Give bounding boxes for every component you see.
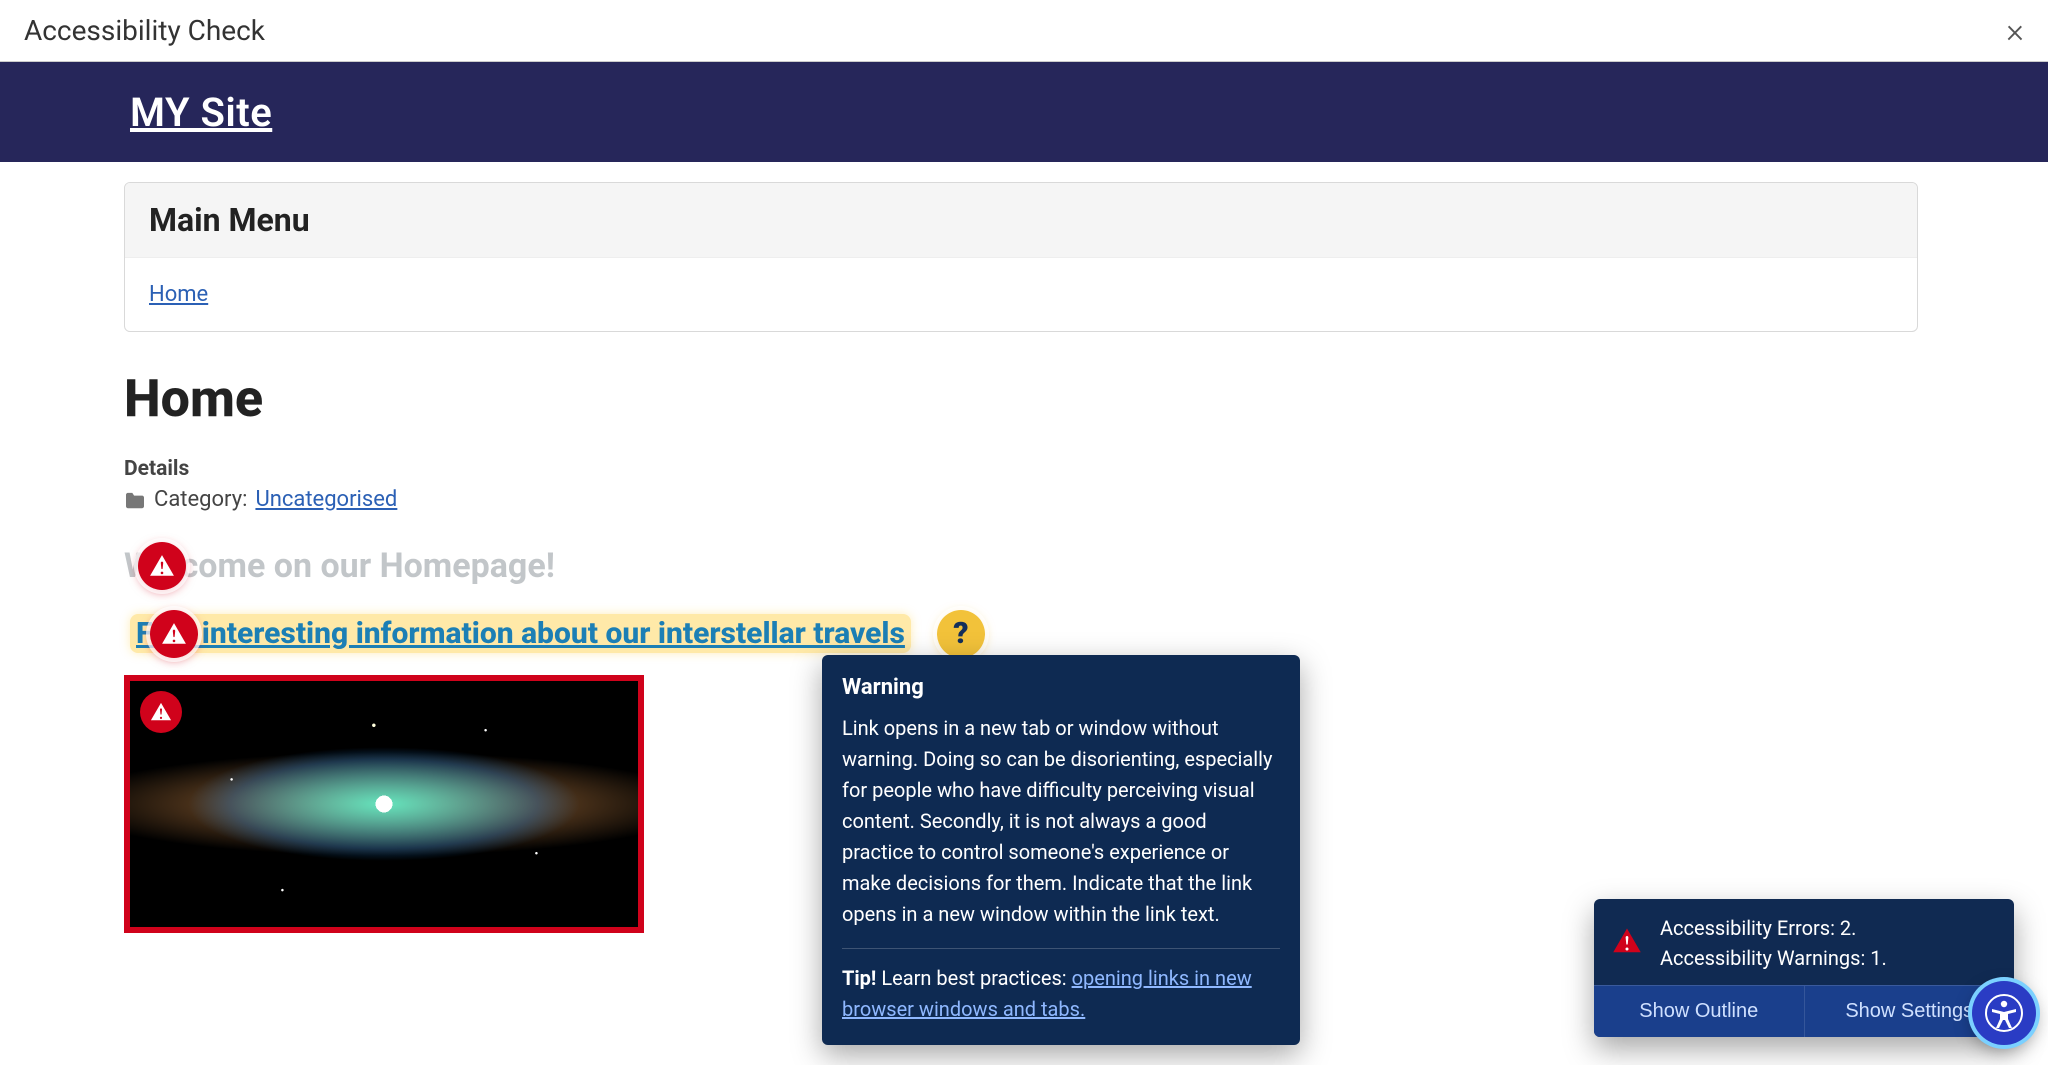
error-badge-icon[interactable] bbox=[138, 542, 186, 590]
summary-errors-line: Accessibility Errors: 2. bbox=[1660, 913, 1887, 943]
site-title-link[interactable]: MY Site bbox=[130, 89, 272, 136]
category-link[interactable]: Uncategorised bbox=[255, 487, 397, 512]
tooltip-tip: Tip! Learn best practices: opening links… bbox=[842, 963, 1280, 1025]
dialog-title: Accessibility Check bbox=[24, 14, 265, 47]
error-badge-icon[interactable] bbox=[150, 610, 198, 658]
summary-warnings-line: Accessibility Warnings: 1. bbox=[1660, 943, 1887, 973]
accessibility-icon bbox=[1984, 993, 2024, 1033]
close-icon[interactable]: × bbox=[2006, 14, 2024, 48]
flagged-link-wrap: Find interesting information about our i… bbox=[130, 614, 911, 653]
image-frame[interactable] bbox=[124, 675, 644, 933]
welcome-heading: Welcome on our Homepage! bbox=[124, 546, 555, 586]
folder-icon bbox=[124, 491, 146, 509]
page-title: Home bbox=[124, 368, 1918, 429]
accessibility-fab-button[interactable] bbox=[1972, 981, 2036, 1045]
error-badge-icon[interactable] bbox=[140, 691, 182, 733]
main-menu-module: Main Menu Home bbox=[124, 182, 1918, 332]
tooltip-body: Link opens in a new tab or window withou… bbox=[842, 713, 1280, 930]
main-menu-heading: Main Menu bbox=[125, 183, 1917, 258]
tip-lead: Learn best practices: bbox=[876, 966, 1071, 990]
category-label: Category: bbox=[154, 487, 247, 512]
flagged-image bbox=[124, 675, 644, 933]
accessibility-summary-panel: Accessibility Errors: 2. Accessibility W… bbox=[1594, 899, 2014, 1037]
tooltip-title: Warning bbox=[842, 671, 1280, 705]
dialog-header: Accessibility Check × bbox=[0, 0, 2048, 62]
site-header: MY Site bbox=[0, 62, 2048, 162]
interstellar-link[interactable]: Find interesting information about our i… bbox=[130, 614, 911, 653]
nebula-image bbox=[130, 681, 638, 927]
error-triangle-icon bbox=[1612, 926, 1642, 961]
category-line: Category: Uncategorised bbox=[124, 487, 1918, 512]
menu-item-home[interactable]: Home bbox=[149, 282, 208, 307]
warning-tooltip: Warning Link opens in a new tab or windo… bbox=[822, 655, 1300, 1045]
show-outline-button[interactable]: Show Outline bbox=[1594, 986, 1804, 1037]
tip-label: Tip! bbox=[842, 966, 876, 990]
warning-badge-icon[interactable]: ? bbox=[937, 610, 985, 658]
question-mark-icon: ? bbox=[953, 616, 968, 651]
welcome-heading-text: Welcome on our Homepage! bbox=[124, 546, 555, 586]
details-label: Details bbox=[124, 457, 1918, 481]
